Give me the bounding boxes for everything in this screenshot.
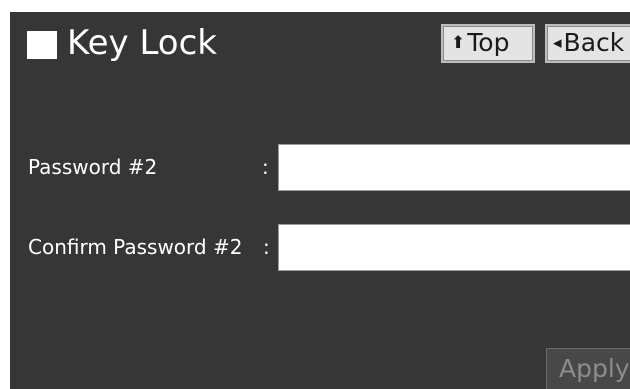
back-button-label: Back <box>563 28 625 57</box>
top-button-label: Top <box>467 28 510 57</box>
page-title: Key Lock <box>67 23 217 63</box>
triangle-left-icon: ◂ <box>553 33 562 53</box>
password-colon: : <box>262 155 269 179</box>
password-field[interactable] <box>278 144 630 191</box>
apply-button[interactable]: Apply <box>546 348 630 389</box>
arrow-up-icon: ⬆ <box>451 33 466 53</box>
confirm-password-colon: : <box>263 235 270 259</box>
password-label: Password #2 <box>28 155 158 179</box>
top-button[interactable]: ⬆Top <box>441 24 535 63</box>
confirm-password-label: Confirm Password #2 <box>28 235 243 259</box>
confirm-password-field[interactable] <box>278 224 630 271</box>
white-square-icon <box>27 31 57 59</box>
screen: Key Lock ⬆Top ◂Back Password #2 : Confir… <box>0 0 630 389</box>
key-lock-panel: Key Lock ⬆Top ◂Back Password #2 : Confir… <box>10 12 630 389</box>
back-button[interactable]: ◂Back <box>545 24 630 63</box>
